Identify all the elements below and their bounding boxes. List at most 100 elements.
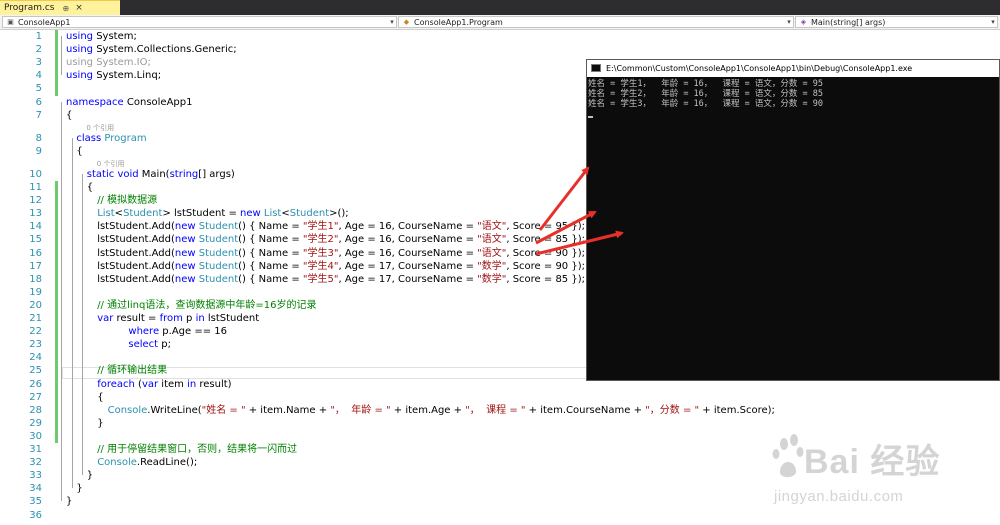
code-token: () { Name = (238, 234, 303, 246)
watermark-brand: Bai 经验 (804, 443, 941, 481)
code-token: using (66, 31, 94, 42)
code-token: in (187, 378, 197, 390)
code-text: } (66, 495, 72, 508)
console-output: 姓名 = 学生1， 年龄 = 16， 课程 = 语文，分数 = 95 姓名 = … (588, 79, 998, 109)
code-token: Main( (138, 168, 170, 180)
line-number: 31 (29, 444, 42, 455)
code-text: select p; (128, 338, 171, 351)
code-token: >(); (329, 208, 349, 220)
code-text: // 循环输出结果 (97, 364, 167, 377)
code-token: lstStudent (204, 313, 260, 324)
console-cursor (588, 116, 593, 118)
line-number: 13 (29, 208, 42, 220)
code-token: "语文" (477, 221, 507, 233)
console-title-bar[interactable]: E:\Common\Custom\ConsoleApp1\ConsoleApp1… (587, 60, 999, 77)
code-token: lstStudent.Add( (97, 273, 175, 285)
code-token: using (66, 44, 94, 56)
code-token: + item.CourseName + (525, 404, 646, 416)
code-token: } (86, 470, 94, 482)
code-line[interactable]: 28 Console.WriteLine("姓名 = " + item.Name … (0, 404, 1000, 417)
code-text: lstStudent.Add(new Student() { Name = "学… (97, 247, 585, 260)
line-number: 3 (35, 57, 42, 69)
code-token: { (86, 182, 94, 193)
close-icon[interactable]: × (75, 3, 83, 13)
code-token: "语文" (477, 234, 507, 246)
code-token: var (141, 378, 159, 390)
project-dropdown[interactable]: ▣ ConsoleApp1 ▾ (2, 16, 397, 28)
console-output-line: 姓名 = 学生3， 年龄 = 16， 课程 = 语文，分数 = 90 (588, 99, 823, 109)
chevron-down-icon: ▾ (991, 18, 995, 26)
code-token: "， 课程 = " (465, 404, 526, 416)
code-line[interactable]: 27 { (0, 391, 1000, 404)
code-text: where p.Age == 16 (128, 325, 227, 338)
code-token: .ReadLine(); (136, 457, 198, 469)
code-token: namespace (66, 96, 124, 108)
navigation-bar: ▣ ConsoleApp1 ▾ ◆ ConsoleApp1.Program ▾ … (0, 15, 1000, 30)
code-token: { (76, 145, 83, 157)
class-dropdown[interactable]: ◆ ConsoleApp1.Program ▾ (398, 16, 794, 28)
code-token: "数学" (477, 273, 507, 285)
line-number: 30 (29, 430, 42, 442)
line-number: 26 (29, 378, 42, 390)
code-text: using System.Linq; (66, 69, 161, 82)
code-token: foreach (97, 378, 135, 390)
code-token: using System.IO; (66, 57, 151, 69)
console-output-line: 姓名 = 学生1， 年龄 = 16， 课程 = 语文，分数 = 95 (588, 79, 823, 89)
line-number: 14 (29, 221, 42, 233)
code-text: using System.Collections.Generic; (66, 43, 237, 56)
code-text: var result = from p in lstStudent (97, 312, 259, 325)
code-token: "， 年龄 = " (330, 404, 391, 416)
code-text: using System.IO; (66, 56, 151, 69)
code-token: new (174, 247, 196, 259)
document-tab-strip: Program.cs ⊕ × (0, 0, 1000, 15)
code-text: class Program (76, 132, 146, 145)
code-line[interactable]: 1 using System; (0, 30, 1000, 43)
code-token: // 用于停留结果窗口，否则，结果将一闪而过 (97, 444, 298, 455)
code-token: () { Name = (238, 273, 303, 285)
line-number: 10 (29, 168, 42, 180)
code-token: new (174, 260, 196, 272)
line-number: 4 (35, 70, 42, 82)
code-text: } (87, 469, 93, 482)
class-dropdown-label: ConsoleApp1.Program (414, 17, 503, 27)
code-token: lstStudent.Add( (97, 234, 175, 246)
code-token: where (128, 326, 160, 338)
code-text: foreach (var item in result) (97, 378, 231, 391)
console-window[interactable]: E:\Common\Custom\ConsoleApp1\ConsoleApp1… (586, 59, 1000, 381)
line-number: 34 (29, 483, 42, 495)
code-token: result = (113, 313, 160, 324)
code-text: { (97, 391, 103, 404)
code-text: Console.ReadLine(); (97, 456, 197, 469)
code-token: System; (93, 31, 137, 42)
code-token: new (240, 208, 261, 220)
code-token: , Age = 16, CourseName = (338, 247, 478, 259)
code-token: , Score = 85 }); (506, 273, 585, 285)
code-token: lstStudent.Add( (97, 247, 175, 259)
code-token: , Age = 17, CourseName = (338, 273, 478, 285)
code-text: lstStudent.Add(new Student() { Name = "学… (97, 220, 585, 233)
code-line[interactable]: 29} (0, 417, 1000, 430)
tab-program-cs[interactable]: Program.cs ⊕ × (0, 0, 120, 15)
line-number: 17 (29, 260, 42, 272)
change-indicator (55, 30, 58, 96)
line-number: 20 (29, 299, 42, 311)
code-token: , Score = 95 }); (506, 221, 585, 233)
code-token: < (281, 208, 290, 220)
code-line[interactable]: 2 using System.Collections.Generic; (0, 43, 1000, 56)
pin-icon[interactable]: ⊕ (62, 4, 69, 13)
code-text: // 模拟数据源 (97, 194, 157, 207)
line-number: 35 (29, 496, 42, 508)
code-token: "，分数 = " (645, 404, 700, 416)
code-token: lstStudent.Add( (97, 260, 175, 272)
code-token: new (174, 234, 196, 246)
outlining-guide (72, 137, 73, 489)
code-token: Console (107, 404, 148, 416)
code-token: Student (289, 208, 330, 220)
code-token: [] args) (198, 168, 235, 180)
code-token: < (114, 208, 124, 220)
code-token: "学生5" (302, 273, 339, 285)
code-token: System.Collections.Generic; (93, 44, 237, 56)
code-text: } (97, 417, 103, 430)
code-token: Student (198, 260, 239, 272)
member-dropdown[interactable]: ◈ Main(string[] args) ▾ (795, 16, 998, 28)
